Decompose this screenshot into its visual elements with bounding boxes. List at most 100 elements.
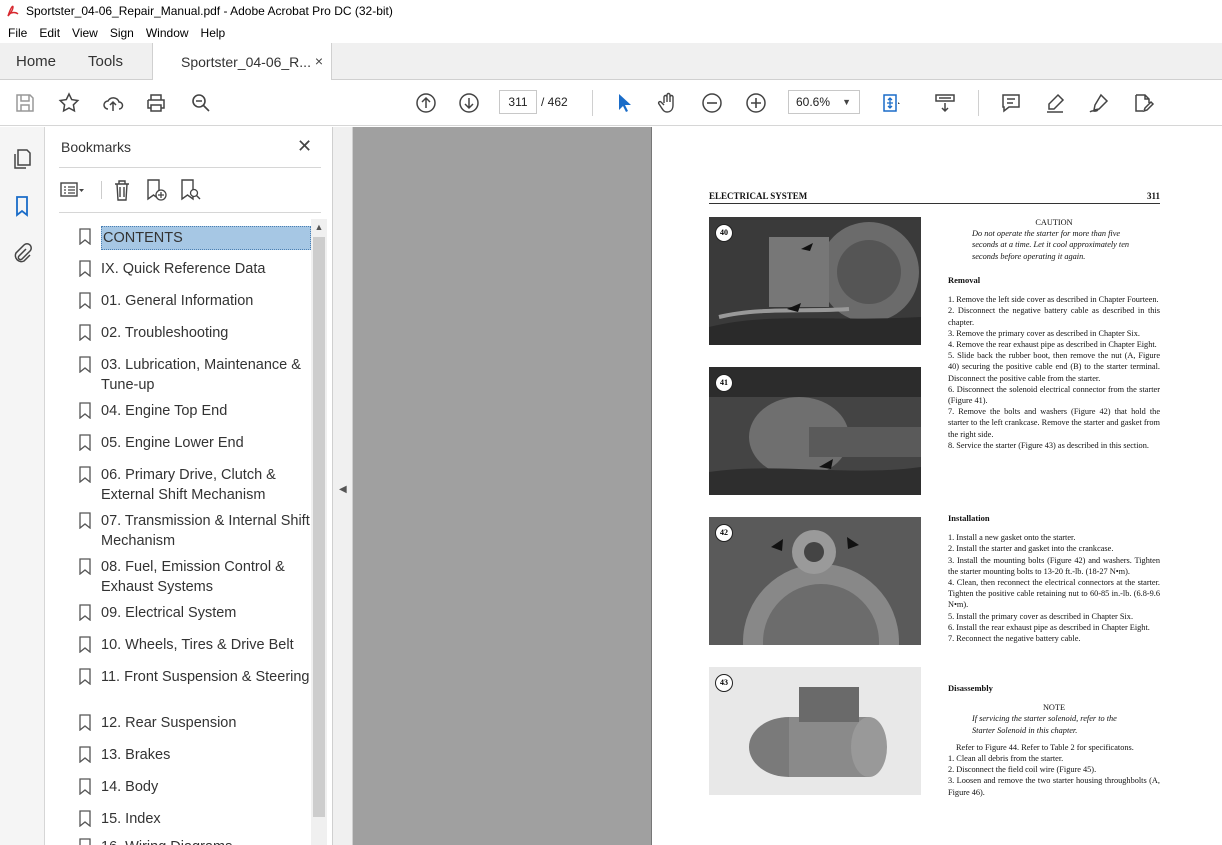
menu-edit[interactable]: Edit [35, 26, 64, 40]
pdf-page: ELECTRICAL SYSTEM 311 40 41 42 43 CAUTIO… [651, 127, 1222, 845]
collapse-panel-icon[interactable]: ◀ [339, 484, 347, 495]
chevron-up-icon[interactable]: ▲ [311, 219, 327, 235]
figure-number: 41 [715, 374, 733, 392]
page-header-number: 311 [1146, 191, 1160, 201]
bookmark-label: 02. Troubleshooting [101, 325, 229, 341]
toolbar-divider [978, 90, 979, 116]
scrollbar-thumb[interactable] [313, 237, 325, 817]
bookmark-list: CONTENTS IX. Quick Reference Data 01. Ge… [59, 219, 311, 845]
bookmark-icon [79, 838, 91, 845]
removal-section: Removal 1. Remove the left side cover as… [948, 275, 1160, 451]
pages-icon[interactable] [10, 147, 34, 171]
crankcase-photo-image [709, 517, 921, 645]
arrow-up-circle-icon [416, 93, 436, 113]
save-icon [16, 94, 34, 112]
tab-document[interactable]: Sportster_04-06_R... × [152, 43, 332, 81]
tab-tools[interactable]: Tools [88, 43, 123, 80]
starter-motor-image [709, 667, 921, 795]
zoom-level-select[interactable]: 60.6% ▼ [788, 90, 860, 114]
find-bookmark-icon[interactable] [177, 177, 203, 203]
bookmark-icon [79, 292, 91, 309]
removal-step: 7. Remove the bolts and washers (Figure … [948, 407, 1160, 439]
zoom-out-button[interactable] [699, 90, 725, 116]
select-tool-button[interactable] [611, 90, 637, 116]
highlight-button[interactable] [1042, 90, 1068, 116]
menu-sign[interactable]: Sign [106, 26, 138, 40]
search-button[interactable] [188, 90, 214, 116]
document-view[interactable]: ELECTRICAL SYSTEM 311 40 41 42 43 CAUTIO… [353, 127, 1222, 845]
installation-step: 3. Install the mounting bolts (Figure 42… [948, 555, 1160, 576]
menu-help[interactable]: Help [197, 26, 230, 40]
fit-page-button[interactable] [878, 90, 904, 116]
trash-icon[interactable] [109, 177, 135, 203]
options-list-icon[interactable] [59, 177, 85, 203]
bookmarks-title: Bookmarks [61, 139, 132, 155]
bookmark-label: 10. Wheels, Tires & Drive Belt [101, 637, 294, 653]
bookmark-icon [79, 810, 91, 827]
installation-step: 7. Reconnect the negative battery cable. [948, 634, 1081, 644]
figure-number: 43 [715, 674, 733, 692]
chevron-down-icon: ▼ [842, 97, 851, 107]
bookmark-label: 09. Electrical System [101, 605, 237, 621]
menu-file[interactable]: File [4, 26, 31, 40]
next-page-button[interactable] [456, 90, 482, 116]
bookmark-icon [79, 228, 91, 245]
bookmark-icon [79, 558, 91, 575]
upload-button[interactable] [100, 90, 126, 116]
bookmark-label: 13. Brakes [101, 747, 171, 763]
search-icon [192, 94, 210, 112]
edit-document-icon [1135, 94, 1155, 113]
figure-number: 42 [715, 524, 733, 542]
tab-close-button[interactable]: × [315, 53, 323, 69]
print-button[interactable] [143, 90, 169, 116]
bookmark-icon [79, 260, 91, 277]
keyboard-scroll-icon [935, 94, 955, 113]
installation-section: Installation 1. Install a new gasket ont… [948, 513, 1160, 644]
engine-photo-image [709, 217, 921, 345]
bookmark-icon [79, 356, 91, 373]
starter-photo-image [709, 367, 921, 495]
acrobat-icon [7, 5, 19, 17]
bookmark-star-button[interactable] [56, 90, 82, 116]
panel-splitter[interactable]: ◀ [333, 127, 353, 845]
page-header: ELECTRICAL SYSTEM 311 [709, 191, 1160, 201]
figure-number: 40 [715, 224, 733, 242]
hand-tool-button[interactable] [655, 90, 681, 116]
bookmark-icon [79, 636, 91, 653]
add-bookmark-icon[interactable] [143, 177, 169, 203]
removal-step: 1. Remove the left side cover as describ… [948, 295, 1159, 305]
disassembly-section: Disassembly NOTE If servicing the starte… [948, 683, 1160, 798]
zoom-in-button[interactable] [743, 90, 769, 116]
paperclip-icon[interactable] [10, 241, 34, 265]
removal-step: 5. Slide back the rubber boot, then remo… [948, 351, 1160, 383]
removal-step: 3. Remove the primary cover as described… [948, 328, 1140, 338]
comment-button[interactable] [998, 90, 1024, 116]
menu-view[interactable]: View [68, 26, 102, 40]
menu-window[interactable]: Window [142, 26, 193, 40]
edit-pdf-button[interactable] [1130, 90, 1156, 116]
tab-home[interactable]: Home [16, 43, 56, 80]
scroll-mode-button[interactable] [932, 90, 958, 116]
draw-button[interactable] [1086, 90, 1112, 116]
page-number-input[interactable]: 311 [499, 90, 537, 114]
hand-icon [657, 92, 674, 113]
bookmark-label: 14. Body [101, 779, 159, 795]
close-icon[interactable]: ✕ [297, 136, 312, 157]
menu-bar: File Edit View Sign Window Help [0, 22, 1222, 43]
figure-photo-40: 40 [709, 217, 921, 345]
bookmarks-toolbar [59, 175, 321, 205]
bookmark-label: 12. Rear Suspension [101, 715, 237, 731]
printer-icon [147, 94, 165, 112]
save-button[interactable] [12, 90, 38, 116]
removal-heading: Removal [948, 275, 981, 285]
previous-page-button[interactable] [413, 90, 439, 116]
bookmarks-scrollbar[interactable]: ▲ [311, 219, 327, 845]
bookmark-icon[interactable] [10, 194, 34, 218]
bookmark-label: 04. Engine Top End [101, 403, 228, 419]
bookmark-icon [79, 324, 91, 341]
bookmark-label: IX. Quick Reference Data [101, 261, 266, 277]
installation-step: 1. Install a new gasket onto the starter… [948, 533, 1076, 543]
installation-step: 2. Install the starter and gasket into t… [948, 544, 1114, 554]
page-total: / 462 [541, 95, 568, 109]
bookmark-label: 05. Engine Lower End [101, 435, 244, 451]
